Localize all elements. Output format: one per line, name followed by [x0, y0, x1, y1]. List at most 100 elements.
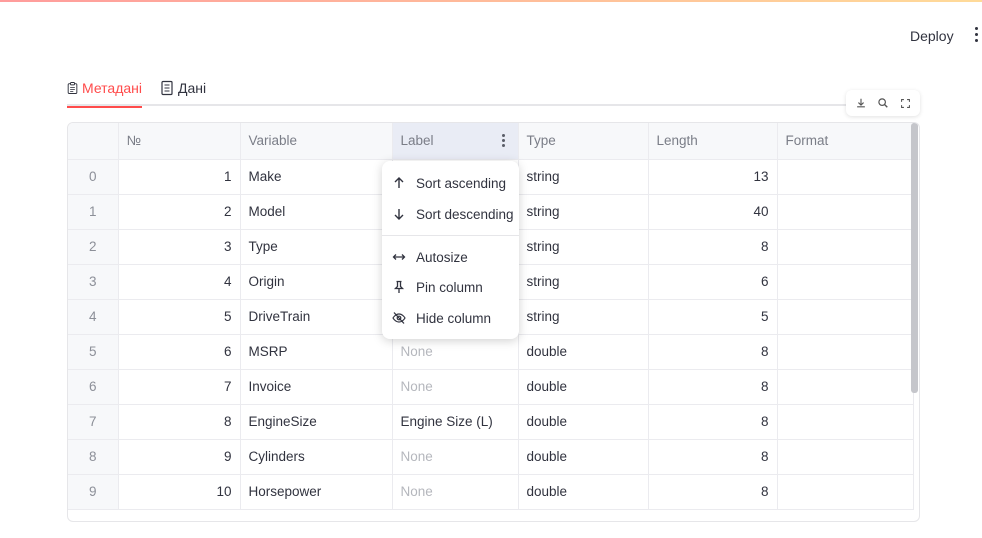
- cell-length[interactable]: 8: [648, 439, 778, 475]
- cell-type[interactable]: string: [518, 159, 649, 195]
- resize-horizontal-icon: [392, 254, 406, 260]
- cell-index: 4: [68, 299, 119, 335]
- cell-format[interactable]: [777, 159, 914, 195]
- cell-label[interactable]: Engine Size (L): [392, 404, 519, 440]
- cell-type[interactable]: string: [518, 264, 649, 300]
- menu-divider: [382, 235, 519, 236]
- table-row[interactable]: 8 9 Cylinders None double 8: [68, 439, 914, 475]
- cell-label[interactable]: None: [392, 474, 519, 510]
- cell-format[interactable]: [777, 229, 914, 265]
- cell-format[interactable]: [777, 439, 914, 475]
- cell-number[interactable]: 5: [118, 299, 241, 335]
- cell-number[interactable]: 4: [118, 264, 241, 300]
- hide-column-label: Hide column: [416, 310, 492, 326]
- column-header-number[interactable]: №: [118, 123, 241, 160]
- hide-column-menu-item[interactable]: Hide column: [382, 304, 519, 332]
- cell-type[interactable]: double: [518, 334, 649, 370]
- cell-type[interactable]: double: [518, 404, 649, 440]
- cell-number[interactable]: 9: [118, 439, 241, 475]
- cell-format[interactable]: [777, 369, 914, 405]
- cell-index: 1: [68, 194, 119, 230]
- cell-index: 0: [68, 159, 119, 195]
- cell-number[interactable]: 1: [118, 159, 241, 195]
- cell-variable[interactable]: MSRP: [240, 334, 393, 370]
- arrow-down-icon: [394, 209, 404, 220]
- cell-number[interactable]: 8: [118, 404, 241, 440]
- cell-label[interactable]: None: [392, 439, 519, 475]
- cell-variable[interactable]: Type: [240, 229, 393, 265]
- pin-column-menu-item[interactable]: Pin column: [382, 273, 519, 301]
- cell-number[interactable]: 3: [118, 229, 241, 265]
- fullscreen-icon[interactable]: [898, 96, 912, 110]
- cell-label[interactable]: None: [392, 369, 519, 405]
- cell-type[interactable]: string: [518, 299, 649, 335]
- cell-variable[interactable]: Horsepower: [240, 474, 393, 510]
- cell-length[interactable]: 8: [648, 334, 778, 370]
- cell-length[interactable]: 13: [648, 159, 778, 195]
- column-header-format[interactable]: Format: [777, 123, 914, 160]
- cell-variable[interactable]: DriveTrain: [240, 299, 393, 335]
- sort-ascending-label: Sort ascending: [416, 175, 507, 191]
- column-menu-popup: Sort ascending Sort descending Autosize …: [382, 161, 519, 339]
- cell-length[interactable]: 8: [648, 474, 778, 510]
- table-row[interactable]: 5 6 MSRP None double 8: [68, 334, 914, 370]
- table-row[interactable]: 7 8 EngineSize Engine Size (L) double 8: [68, 404, 914, 440]
- column-header-variable[interactable]: Variable: [240, 123, 393, 160]
- cell-number[interactable]: 2: [118, 194, 241, 230]
- cell-label[interactable]: None: [392, 334, 519, 370]
- cell-index: 5: [68, 334, 119, 370]
- download-icon[interactable]: [854, 96, 868, 110]
- tab-metadata[interactable]: Метадані: [67, 70, 142, 108]
- column-menu-icon[interactable]: [501, 134, 506, 149]
- column-header-length[interactable]: Length: [648, 123, 778, 160]
- cell-variable[interactable]: Invoice: [240, 369, 393, 405]
- tab-metadata-label: Метадані: [82, 80, 142, 96]
- cell-format[interactable]: [777, 264, 914, 300]
- cell-type[interactable]: string: [518, 194, 649, 230]
- cell-number[interactable]: 10: [118, 474, 241, 510]
- cell-number[interactable]: 6: [118, 334, 241, 370]
- cell-type[interactable]: string: [518, 229, 649, 265]
- cell-type[interactable]: double: [518, 474, 649, 510]
- dataframe-toolbar: [846, 90, 920, 116]
- cell-length[interactable]: 8: [648, 229, 778, 265]
- table-row[interactable]: 9 10 Horsepower None double 8: [68, 474, 914, 510]
- cell-format[interactable]: [777, 334, 914, 370]
- cell-format[interactable]: [777, 194, 914, 230]
- clipboard-icon: [67, 82, 78, 94]
- table-row[interactable]: 6 7 Invoice None double 8: [68, 369, 914, 405]
- cell-index: 3: [68, 264, 119, 300]
- cell-format[interactable]: [777, 404, 914, 440]
- cell-type[interactable]: double: [518, 439, 649, 475]
- kebab-vertical-icon[interactable]: [972, 27, 982, 45]
- cell-variable[interactable]: EngineSize: [240, 404, 393, 440]
- sort-descending-menu-item[interactable]: Sort descending: [382, 200, 519, 228]
- cell-length[interactable]: 8: [648, 404, 778, 440]
- cell-index: 2: [68, 229, 119, 265]
- cell-format[interactable]: [777, 474, 914, 510]
- column-header-index[interactable]: [68, 123, 119, 160]
- search-icon[interactable]: [876, 96, 890, 110]
- sort-ascending-menu-item[interactable]: Sort ascending: [382, 169, 519, 197]
- autosize-menu-item[interactable]: Autosize: [382, 243, 519, 271]
- cell-type[interactable]: double: [518, 369, 649, 405]
- cell-variable[interactable]: Make: [240, 159, 393, 195]
- column-header-label[interactable]: Label: [392, 123, 519, 160]
- cell-length[interactable]: 6: [648, 264, 778, 300]
- cell-variable[interactable]: Origin: [240, 264, 393, 300]
- eye-off-icon: [392, 312, 406, 324]
- deploy-button[interactable]: Deploy: [898, 22, 966, 50]
- cell-length[interactable]: 40: [648, 194, 778, 230]
- cell-length[interactable]: 5: [648, 299, 778, 335]
- vertical-scrollbar[interactable]: [911, 123, 918, 393]
- arrow-up-icon: [394, 177, 404, 188]
- cell-format[interactable]: [777, 299, 914, 335]
- cell-variable[interactable]: Model: [240, 194, 393, 230]
- autosize-label: Autosize: [416, 249, 468, 265]
- column-header-type[interactable]: Type: [518, 123, 649, 160]
- tab-data[interactable]: Дані: [160, 70, 210, 106]
- cell-variable[interactable]: Cylinders: [240, 439, 393, 475]
- cell-length[interactable]: 8: [648, 369, 778, 405]
- cell-number[interactable]: 7: [118, 369, 241, 405]
- tab-data-label: Дані: [178, 80, 207, 96]
